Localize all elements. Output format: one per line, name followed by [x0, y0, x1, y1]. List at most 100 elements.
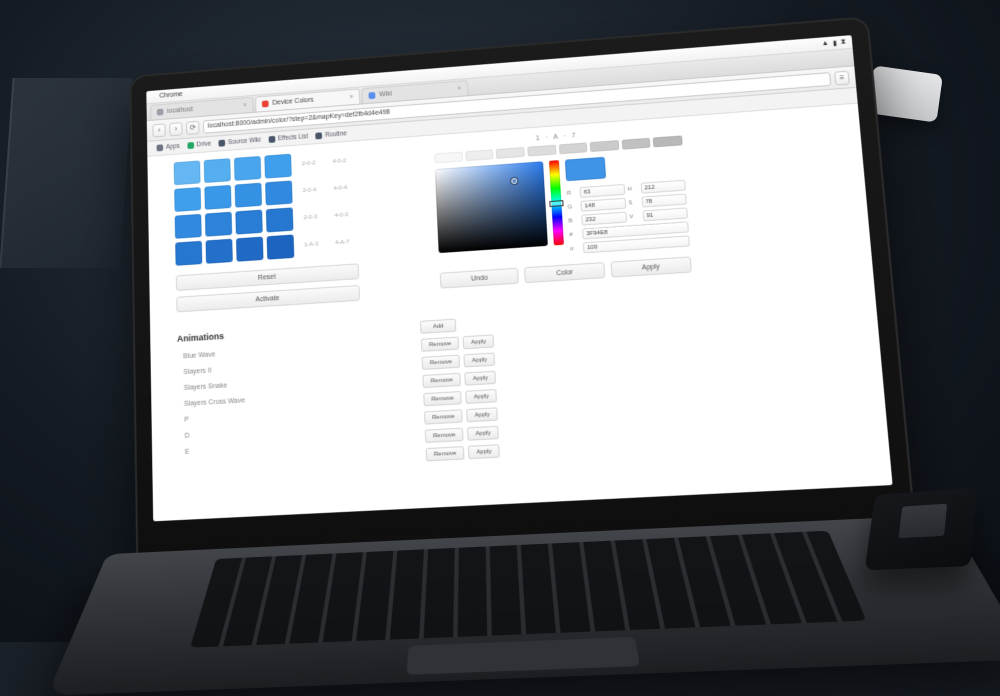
bookmark[interactable]: Routine: [316, 130, 347, 139]
color-swatch[interactable]: [267, 234, 295, 259]
label-alpha: α: [570, 245, 580, 252]
remove-animation-button[interactable]: Remove: [421, 337, 460, 352]
close-icon[interactable]: ×: [349, 94, 353, 101]
label-g: G: [568, 204, 578, 211]
animation-item[interactable]: Slayers Cross Wave: [184, 389, 384, 407]
apply-animation-button[interactable]: Apply: [468, 444, 500, 459]
color-picker-panel: 1 · A · 7: [434, 125, 693, 296]
color-swatch[interactable]: [235, 210, 262, 235]
preset-swatch[interactable]: [465, 149, 494, 161]
preset-swatch[interactable]: [496, 147, 525, 159]
remove-animation-button[interactable]: Remove: [422, 373, 461, 388]
reload-button[interactable]: ⟳: [186, 120, 199, 134]
animation-item[interactable]: E: [185, 438, 386, 456]
input-s[interactable]: 78: [641, 194, 687, 208]
swatch-panel: 2-0-24-0-22-0-44-0-42-0-34-0-31-A-34-A-7…: [174, 146, 400, 312]
saturation-value-field[interactable]: [435, 161, 548, 253]
swatch-coord-label: 4-0-4: [327, 185, 354, 193]
color-swatch[interactable]: [175, 214, 202, 239]
preset-swatch[interactable]: [527, 145, 556, 157]
input-g[interactable]: 148: [580, 198, 625, 212]
add-animation-button[interactable]: Add: [420, 319, 456, 334]
bookmark-label: Drive: [197, 141, 211, 149]
bookmark[interactable]: Drive: [187, 141, 211, 149]
color-swatch[interactable]: [204, 185, 231, 210]
laptop: Chrome ▲ ▮ ⧗ localhost ×: [129, 16, 918, 583]
apply-button[interactable]: Apply: [610, 256, 692, 277]
label-v: V: [629, 213, 639, 220]
color-swatch[interactable]: [205, 212, 232, 237]
bookmark[interactable]: Apps: [157, 143, 180, 151]
input-b[interactable]: 232: [581, 212, 626, 226]
tab-label: localhost: [167, 106, 193, 115]
battery-icon: ▮: [833, 39, 838, 47]
color-swatch[interactable]: [234, 156, 261, 181]
preset-swatch[interactable]: [590, 140, 619, 152]
color-swatch[interactable]: [175, 241, 202, 266]
wifi-icon: ▲: [821, 39, 829, 47]
photo-background: Chrome ▲ ▮ ⧗ localhost ×: [0, 0, 1000, 642]
bookmark-label: Apps: [166, 143, 180, 151]
preset-swatch[interactable]: [621, 138, 650, 150]
label-hex: #: [569, 231, 579, 238]
color-swatch[interactable]: [174, 187, 201, 212]
input-r[interactable]: 63: [580, 184, 625, 198]
swatch-coord-label: 2-0-4: [296, 187, 323, 195]
remove-animation-button[interactable]: Remove: [424, 409, 463, 424]
preset-swatch[interactable]: [558, 142, 587, 154]
preset-swatch[interactable]: [653, 135, 683, 147]
color-swatch[interactable]: [266, 207, 294, 232]
label-b: B: [568, 217, 578, 224]
forward-button[interactable]: ›: [169, 122, 182, 136]
label-s: S: [628, 199, 638, 206]
color-swatch[interactable]: [204, 158, 231, 183]
remove-animation-button[interactable]: Remove: [422, 355, 461, 370]
back-button[interactable]: ‹: [152, 123, 165, 137]
swatch-coord-label: 4-0-2: [326, 158, 353, 166]
close-icon[interactable]: ×: [243, 102, 247, 109]
swatch-grid: 2-0-24-0-22-0-44-0-42-0-34-0-31-A-34-A-7: [174, 146, 398, 266]
swatch-coord-label: 4-A-7: [329, 239, 356, 247]
animation-item[interactable]: Slayers II: [183, 357, 382, 376]
undo-button[interactable]: Undo: [440, 268, 520, 289]
close-icon[interactable]: ×: [457, 85, 461, 92]
apply-animation-button[interactable]: Apply: [465, 371, 497, 386]
swatch-coord-label: 2-0-3: [297, 214, 324, 222]
screen: Chrome ▲ ▮ ⧗ localhost ×: [146, 35, 892, 521]
apply-animation-button[interactable]: Apply: [466, 389, 498, 404]
color-swatch[interactable]: [174, 160, 201, 185]
swatch-coord-label: 4-0-3: [328, 212, 355, 220]
bookmark-label: Effects List: [278, 133, 308, 142]
remove-animation-button[interactable]: Remove: [423, 391, 462, 406]
color-swatch[interactable]: [236, 237, 263, 262]
bookmark[interactable]: Source Wiki: [218, 137, 260, 147]
favicon: [262, 100, 269, 107]
clock: ⧗: [841, 38, 847, 46]
animation-item[interactable]: Slayers Snake: [184, 373, 383, 392]
color-swatch[interactable]: [206, 239, 233, 264]
animations-heading: Animations: [177, 321, 381, 343]
apply-animation-button[interactable]: Apply: [467, 426, 499, 441]
remove-animation-button[interactable]: Remove: [425, 428, 464, 443]
animation-item[interactable]: Blue Wave: [183, 341, 382, 360]
color-swatch[interactable]: [265, 180, 292, 205]
input-h[interactable]: 212: [640, 180, 686, 194]
animation-item[interactable]: P: [184, 406, 384, 424]
input-v[interactable]: 91: [642, 207, 688, 221]
new-color-preview: [565, 157, 606, 181]
color-swatch[interactable]: [264, 154, 291, 179]
color-swatch[interactable]: [235, 183, 262, 208]
page-content: 2-0-24-0-22-0-44-0-42-0-34-0-31-A-34-A-7…: [147, 104, 892, 522]
preset-swatch[interactable]: [434, 152, 462, 164]
hue-slider[interactable]: [549, 160, 564, 245]
color-button[interactable]: Color: [524, 262, 605, 283]
animation-item[interactable]: D: [185, 422, 385, 440]
menu-button[interactable]: ≡: [834, 70, 850, 85]
apply-animation-button[interactable]: Apply: [463, 334, 495, 349]
apply-animation-button[interactable]: Apply: [464, 353, 496, 368]
phone-on-desk: [865, 488, 978, 571]
apply-animation-button[interactable]: Apply: [466, 407, 498, 422]
bookmark[interactable]: Effects List: [268, 133, 308, 143]
sv-cursor[interactable]: [511, 178, 517, 184]
remove-animation-button[interactable]: Remove: [426, 446, 465, 461]
